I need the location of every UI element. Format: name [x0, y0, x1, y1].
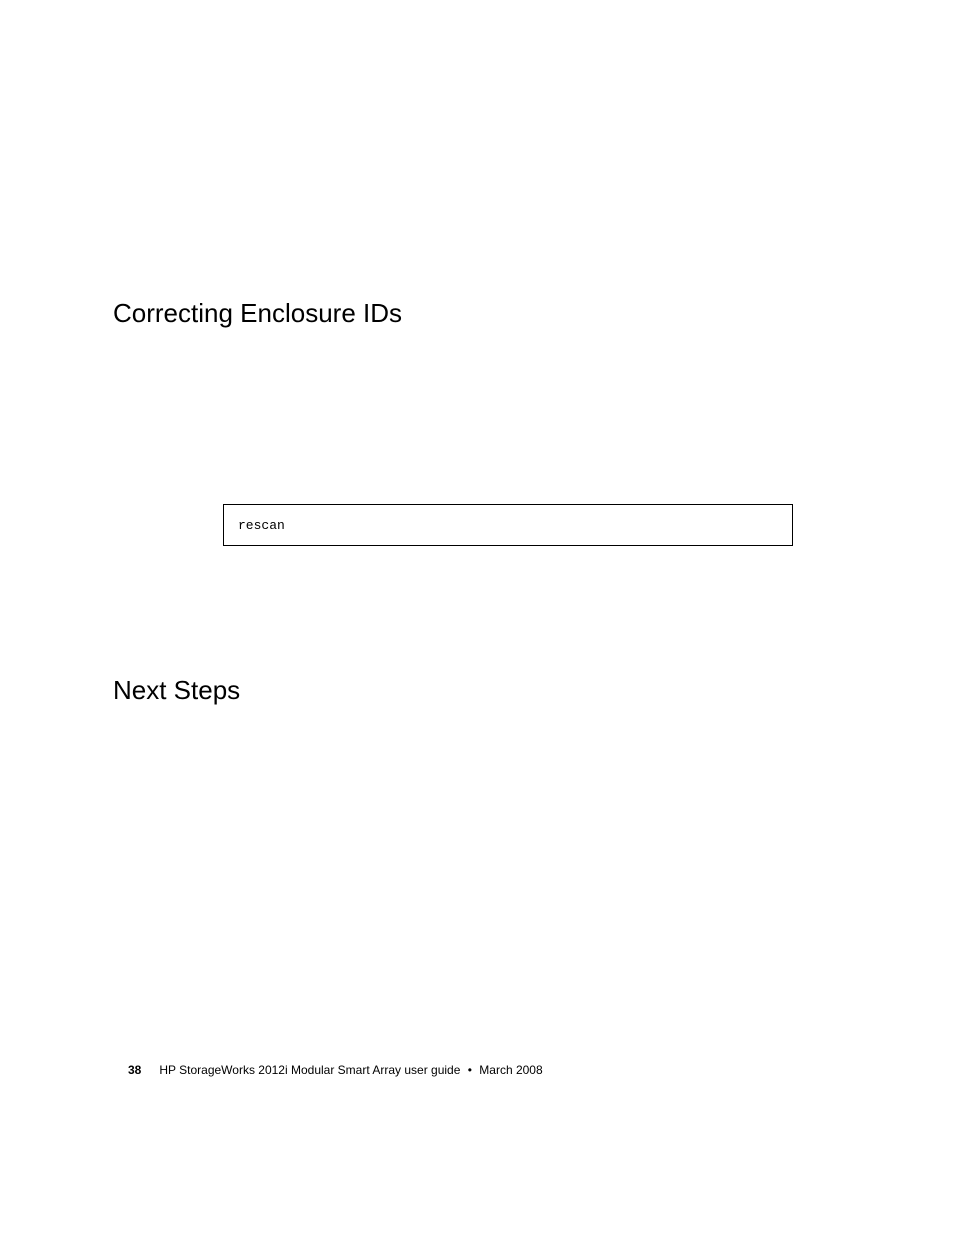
- page-container: Correcting Enclosure IDs rescan Next Ste…: [0, 0, 954, 1235]
- section-heading-next-steps: Next Steps: [113, 675, 240, 706]
- page-footer: 38 HP StorageWorks 2012i Modular Smart A…: [128, 1063, 543, 1077]
- footer-text: HP StorageWorks 2012i Modular Smart Arra…: [159, 1063, 542, 1077]
- footer-bullet: •: [468, 1063, 472, 1077]
- code-block: rescan: [223, 504, 793, 546]
- page-number: 38: [128, 1063, 141, 1077]
- code-command: rescan: [238, 518, 285, 533]
- footer-title: HP StorageWorks 2012i Modular Smart Arra…: [159, 1063, 460, 1077]
- section-heading-correcting-enclosure-ids: Correcting Enclosure IDs: [113, 298, 402, 329]
- footer-date: March 2008: [479, 1063, 542, 1077]
